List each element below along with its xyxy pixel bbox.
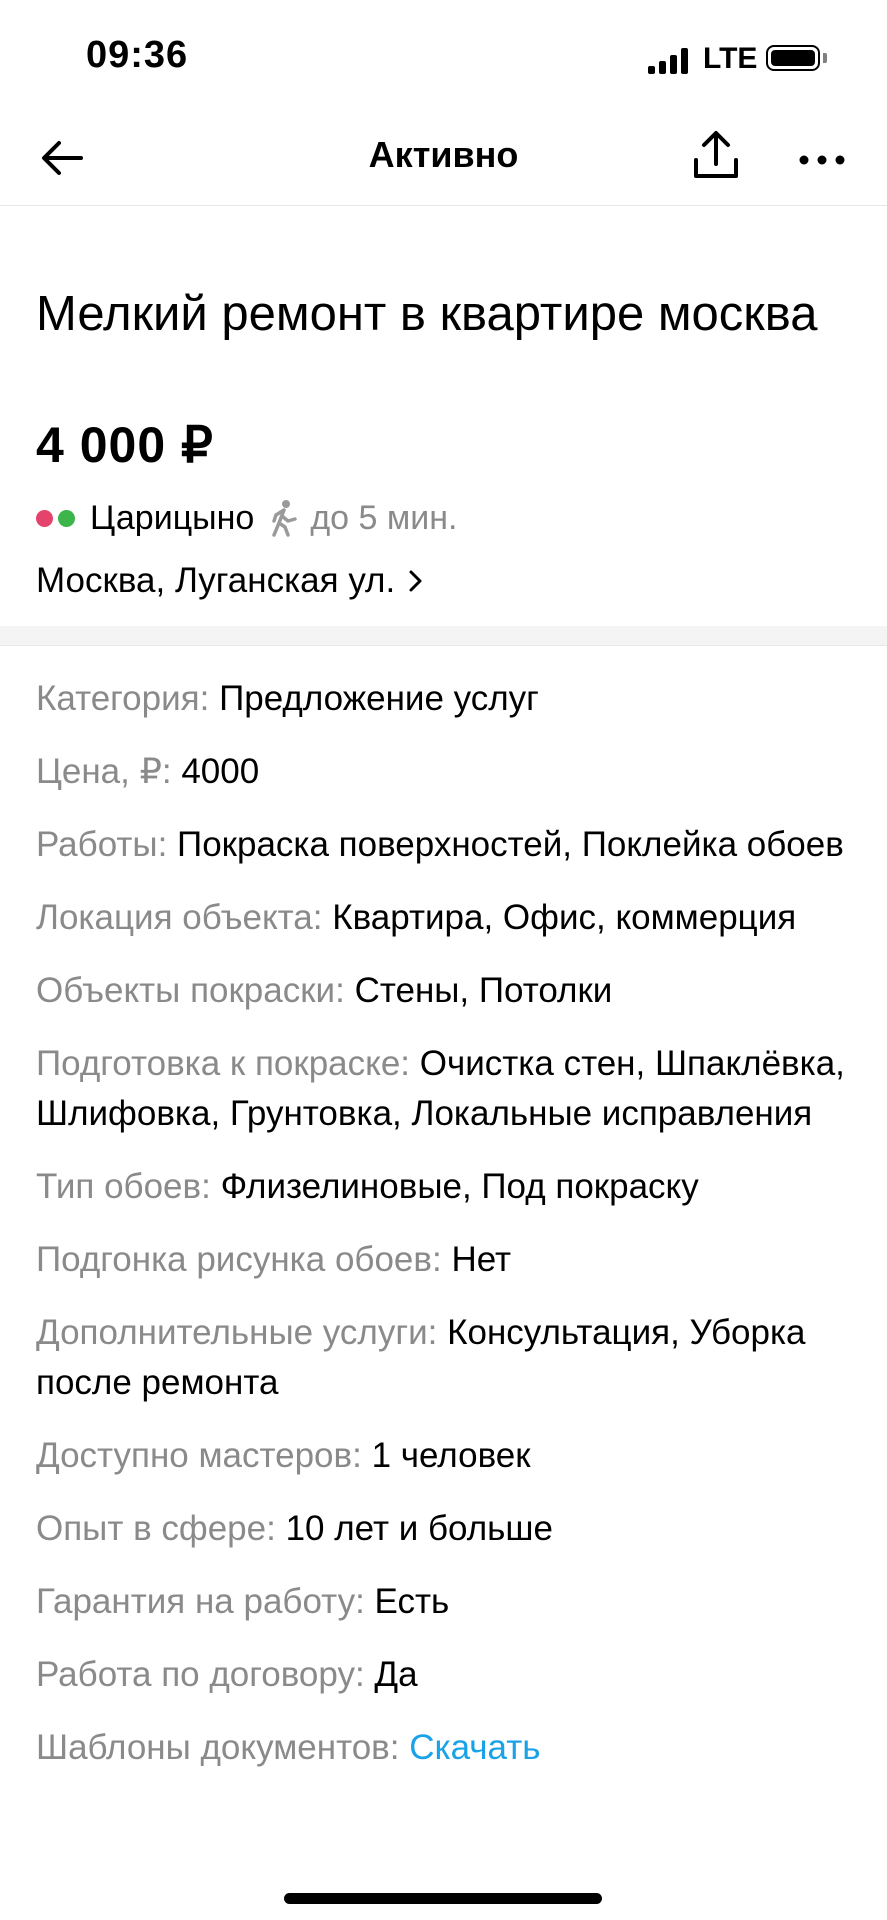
page-title: Активно: [368, 134, 519, 175]
status-time: 09:36: [86, 34, 189, 76]
param-label: Локация объекта:: [36, 898, 323, 937]
more-horizontal-icon: [799, 155, 845, 165]
param-label: Опыт в сфере:: [36, 1509, 276, 1548]
param-item: Цена, ₽: 4000: [36, 747, 856, 797]
param-item: Шаблоны документов: Скачать: [36, 1723, 856, 1773]
param-label: Дополнительные услуги:: [36, 1313, 438, 1352]
walking-icon: [272, 500, 298, 537]
param-item: Опыт в сфере: 10 лет и больше: [36, 1504, 856, 1554]
listing-price: 4 000 ₽: [36, 417, 214, 473]
share-icon: [694, 131, 738, 178]
param-label: Гарантия на работу:: [36, 1582, 365, 1621]
param-item: Подготовка к покраске: Очистка стен, Шпа…: [36, 1039, 856, 1139]
listing-header: Мелкий ремонт в квартире москва 4 000 ₽ …: [0, 206, 887, 626]
metro-line-dot: [58, 509, 75, 527]
param-value: Покраска поверхностей, Поклейка обоев: [177, 825, 844, 864]
network-type: LTE: [703, 42, 758, 75]
param-label: Подгонка рисунка обоев:: [36, 1240, 442, 1279]
param-label: Работа по договору:: [36, 1655, 365, 1694]
param-label: Доступно мастеров:: [36, 1436, 362, 1475]
param-label: Категория:: [36, 679, 210, 718]
param-item: Гарантия на работу: Есть: [36, 1577, 856, 1627]
address-text: Москва, Луганская ул.: [36, 561, 396, 600]
download-templates-link[interactable]: Скачать: [409, 1728, 540, 1767]
chevron-right-icon: [409, 570, 422, 592]
metro-station: Царицыно: [90, 498, 255, 537]
metro-line-dot: [36, 509, 53, 527]
param-value: 1 человек: [371, 1436, 531, 1475]
param-label: Объекты покраски:: [36, 971, 345, 1010]
param-item: Работа по договору: Да: [36, 1650, 856, 1700]
param-label: Тип обоев:: [36, 1167, 211, 1206]
param-item: Дополнительные услуги: Консультация, Убо…: [36, 1308, 856, 1408]
param-label: Подготовка к покраске:: [36, 1044, 411, 1083]
param-item: Тип обоев: Флизелиновые, Под покраску: [36, 1162, 856, 1212]
param-value: 10 лет и больше: [285, 1509, 553, 1548]
param-value: Нет: [451, 1240, 512, 1279]
param-value: Предложение услуг: [219, 679, 539, 718]
metro-info: Царицыно до 5 мин.: [36, 496, 457, 540]
params-list: Категория: Предложение услуг Цена, ₽: 40…: [36, 674, 856, 1796]
param-item: Доступно мастеров: 1 человек: [36, 1431, 856, 1481]
battery-icon: [766, 45, 820, 71]
param-value: Стены, Потолки: [354, 971, 613, 1010]
nav-bar: Активно: [0, 110, 887, 206]
param-value: 4000: [181, 752, 260, 791]
home-indicator[interactable]: [284, 1893, 602, 1904]
more-button[interactable]: [796, 136, 848, 184]
param-label: Работы:: [36, 825, 168, 864]
share-button[interactable]: [690, 128, 742, 184]
listing-title: Мелкий ремонт в квартире москва: [36, 287, 818, 341]
param-value: Флизелиновые, Под покраску: [220, 1167, 699, 1206]
param-item: Работы: Покраска поверхностей, Поклейка …: [36, 820, 856, 870]
param-label: Шаблоны документов:: [36, 1728, 400, 1767]
param-item: Подгонка рисунка обоев: Нет: [36, 1235, 856, 1285]
param-item: Объекты покраски: Стены, Потолки: [36, 966, 856, 1016]
param-value: Да: [374, 1655, 418, 1694]
status-bar: 09:36 LTE: [0, 0, 887, 110]
param-item: Категория: Предложение услуг: [36, 674, 856, 724]
param-value: Квартира, Офис, коммерция: [332, 898, 797, 937]
param-item: Локация объекта: Квартира, Офис, коммерц…: [36, 893, 856, 943]
section-divider: [0, 626, 887, 646]
param-label: Цена, ₽:: [36, 752, 172, 791]
address-link[interactable]: Москва, Луганская ул.: [36, 558, 423, 604]
signal-icon: [648, 48, 690, 74]
param-value: Есть: [374, 1582, 450, 1621]
walk-time: до 5 мин.: [310, 498, 458, 537]
